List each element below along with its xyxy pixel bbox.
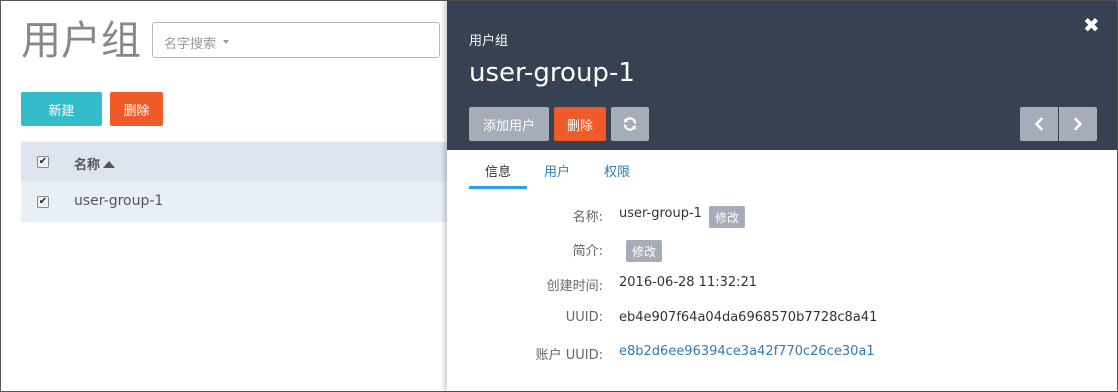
column-name-label: 名称 <box>74 158 101 173</box>
active-tab-indicator <box>469 186 527 189</box>
uuid-label: UUID: <box>565 310 603 325</box>
next-button[interactable] <box>1059 107 1097 141</box>
created-value: 2016-06-28 11:32:21 <box>619 275 758 290</box>
new-button[interactable]: 新建 <box>21 92 102 126</box>
prev-button[interactable] <box>1020 107 1058 141</box>
row-name[interactable]: user-group-1 <box>74 193 163 209</box>
created-label: 创建时间: <box>546 279 603 294</box>
table-header: ✔ 名称 <box>21 142 447 182</box>
detail-panel: 用户组 user-group-1 ✖ 添加用户 删除 信息 用户 权限 名称: … <box>447 1 1117 391</box>
panel-subtitle: 用户组 <box>469 34 509 49</box>
uuid-value: eb4e907f64a04da6968570b7728c8a41 <box>619 310 878 325</box>
column-header-name[interactable]: 名称 <box>74 154 116 173</box>
delete-button[interactable]: 删除 <box>110 92 163 126</box>
panel-delete-button[interactable]: 删除 <box>554 107 606 141</box>
sort-asc-icon <box>103 161 116 168</box>
chevron-left-icon <box>1035 117 1043 131</box>
description-label: 简介: <box>572 244 603 259</box>
search-input[interactable]: 名字搜索 <box>152 22 440 58</box>
edit-description-button[interactable]: 修改 <box>626 240 663 262</box>
chevron-right-icon <box>1074 117 1082 131</box>
row-checkbox[interactable]: ✔ <box>37 196 49 208</box>
close-icon[interactable]: ✖ <box>1083 15 1100 35</box>
account-uuid-label: 账户 UUID: <box>535 348 603 363</box>
add-user-button[interactable]: 添加用户 <box>469 107 549 141</box>
edit-name-button[interactable]: 修改 <box>709 206 746 228</box>
chevron-down-icon[interactable] <box>223 40 229 44</box>
search-placeholder: 名字搜索 <box>164 37 217 52</box>
refresh-icon <box>623 117 637 131</box>
tab-info[interactable]: 信息 <box>485 161 511 180</box>
page-title: 用户组 <box>21 18 141 64</box>
name-label: 名称: <box>572 210 603 225</box>
panel-title: user-group-1 <box>469 58 635 88</box>
group-list-page: 用户组 名字搜索 新建 删除 ✔ 名称 ✔ user-group-1 <box>1 1 447 391</box>
select-all-checkbox[interactable]: ✔ <box>37 156 49 168</box>
panel-header: 用户组 user-group-1 ✖ 添加用户 删除 <box>447 1 1117 150</box>
tab-users[interactable]: 用户 <box>544 161 570 180</box>
account-uuid-link[interactable]: e8b2d6ee96394ce3a42f770c26ce30a1 <box>619 344 875 359</box>
refresh-button[interactable] <box>611 107 649 141</box>
table-row[interactable]: ✔ user-group-1 <box>21 182 447 222</box>
name-value: user-group-1 <box>619 206 702 221</box>
tab-permissions[interactable]: 权限 <box>604 161 630 180</box>
